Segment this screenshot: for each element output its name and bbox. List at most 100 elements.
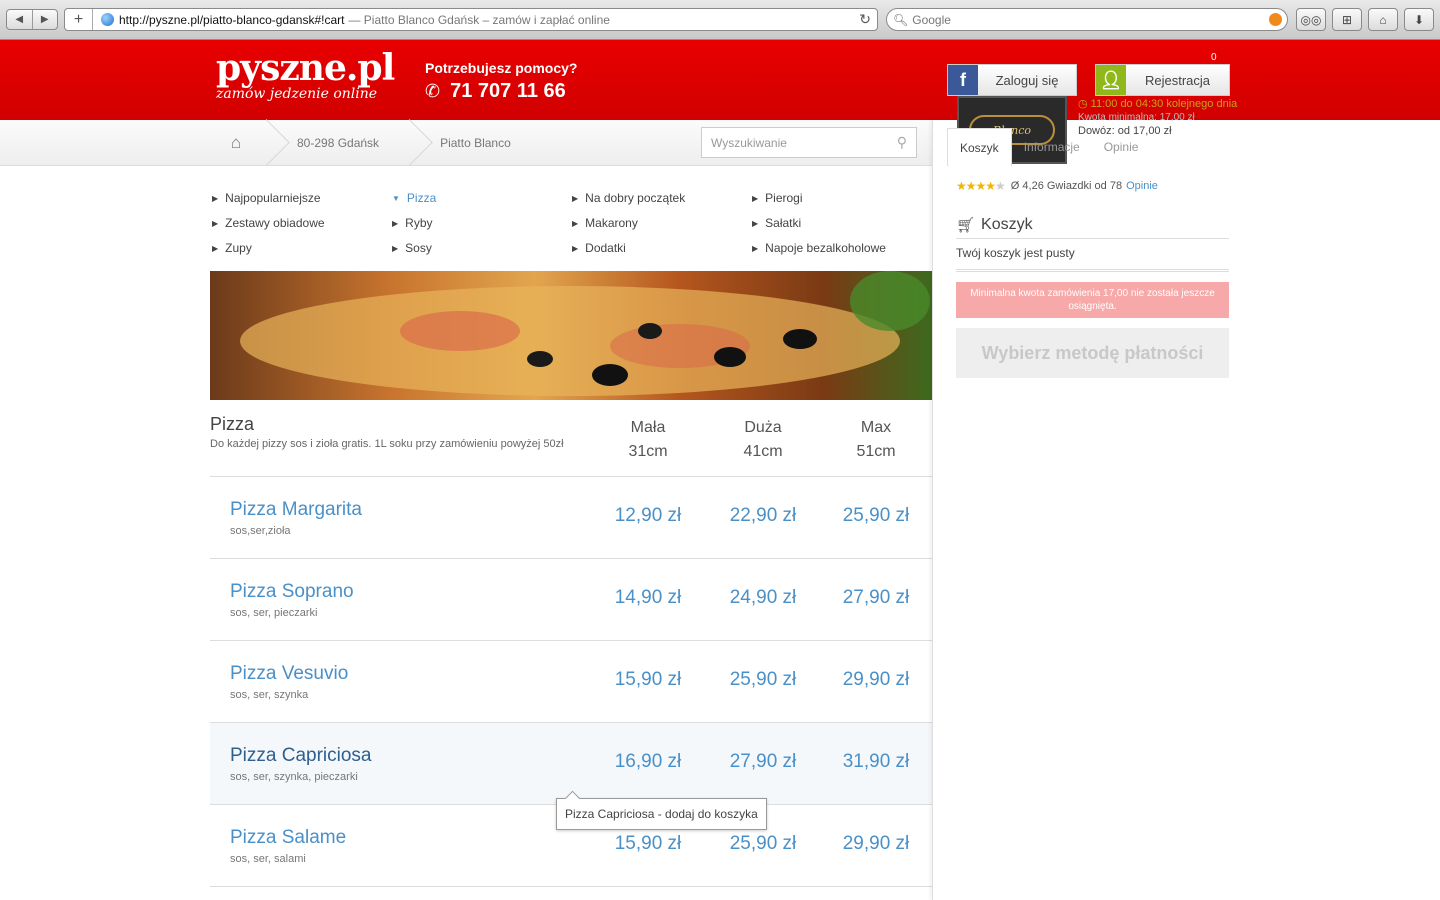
search-icon[interactable]: ⚲	[897, 134, 907, 151]
price-max[interactable]: 25,90 zł	[826, 505, 926, 527]
menu-item-name[interactable]: Pizza Vesuvio	[230, 663, 348, 685]
category-na-dobry-poczatek[interactable]: ▶ Na dobry początek	[572, 191, 685, 205]
price-small[interactable]: 15,90 zł	[598, 833, 698, 855]
category-pizza[interactable]: ▼ Pizza	[392, 191, 436, 205]
forward-icon[interactable]: ▶	[31, 10, 58, 29]
category-label: Dodatki	[585, 241, 626, 255]
tab-informacje[interactable]: Informacje	[1012, 128, 1092, 166]
category-label: Makarony	[585, 216, 638, 230]
login-button[interactable]: f Zaloguj się	[947, 64, 1077, 96]
opening-hours: ◷ 11:00 do 04:30 kolejnego dnia	[1078, 97, 1237, 110]
reading-list-icon[interactable]: ◎◎	[1296, 8, 1326, 31]
category-label: Pizza	[406, 191, 437, 205]
category-dodatki[interactable]: ▶ Dodatki	[572, 241, 626, 255]
price-large[interactable]: 22,90 zł	[713, 505, 813, 527]
page-title: — Piatto Blanco Gdańsk – zamów i zapłać …	[348, 12, 610, 27]
address-bar[interactable]: + http://pyszne.pl/piatto-blanco-gdansk#…	[64, 8, 878, 31]
column-size: 51cm	[856, 443, 896, 460]
add-to-cart-tooltip: Pizza Capriciosa - dodaj do koszyka	[556, 798, 767, 830]
category-ryby[interactable]: ▶ Ryby	[392, 216, 433, 230]
address-url[interactable]: http://pyszne.pl/piatto-blanco-gdansk#!c…	[119, 13, 344, 27]
phone-icon: ✆	[425, 81, 441, 101]
column-name: Duża	[744, 419, 782, 436]
price-large[interactable]: 25,90 zł	[713, 833, 813, 855]
menu-item-description: sos, ser, szynka, pieczarki	[230, 771, 358, 783]
snapback-icon[interactable]	[1269, 13, 1282, 26]
column-header-max: Max 51cm	[831, 416, 921, 464]
top-sites-icon[interactable]: ⊞	[1332, 8, 1362, 31]
menu-item-description: sos, ser, szynka	[230, 689, 309, 701]
price-max[interactable]: 31,90 zł	[826, 751, 926, 773]
category-sosy[interactable]: ▶ Sosy	[392, 241, 432, 255]
menu-item-name[interactable]: Pizza Salame	[230, 827, 346, 849]
category-zupy[interactable]: ▶ Zupy	[212, 241, 252, 255]
downloads-icon[interactable]: ⬇	[1404, 8, 1434, 31]
reviews-link[interactable]: Opinie	[1126, 180, 1158, 192]
help-phone: ✆ 71 707 11 66	[425, 80, 577, 103]
price-large[interactable]: 25,90 zł	[713, 669, 813, 691]
menu-item-row[interactable]: Pizza Margarita sos,ser,zioła 12,90 zł 2…	[210, 476, 932, 558]
price-large[interactable]: 27,90 zł	[713, 751, 813, 773]
chevron-right-icon: ▶	[212, 193, 219, 203]
price-large[interactable]: 24,90 zł	[713, 587, 813, 609]
menu-item-name[interactable]: Pizza Capriciosa	[230, 745, 372, 767]
home-icon[interactable]: ⌂	[1368, 8, 1398, 31]
back-icon[interactable]: ◀	[7, 10, 32, 29]
cart-empty-message: Twój koszyk jest pusty	[956, 246, 1229, 272]
category-zestawy-obiadowe[interactable]: ▶ Zestawy obiadowe	[212, 216, 325, 230]
column-name: Max	[860, 419, 892, 436]
chevron-right-icon: ▶	[752, 193, 759, 203]
chevron-right-icon: ▶	[752, 243, 759, 253]
column-header-large: Duża 41cm	[718, 416, 808, 464]
rating: ★★★★★ Ø 4,26 Gwiazdki od 78 Opinie	[956, 179, 1158, 193]
minimum-order: Kwota minimalna: 17,00 zł	[1078, 112, 1195, 123]
menu-item-description: sos,ser,zioła	[230, 525, 291, 537]
register-button[interactable]: 👤︎ Rejestracja	[1095, 64, 1230, 96]
tab-opinie[interactable]: Opinie	[1092, 128, 1151, 166]
price-max[interactable]: 27,90 zł	[826, 587, 926, 609]
login-label: Zaloguj się	[995, 72, 1059, 88]
column-header-small: Mała 31cm	[603, 416, 693, 464]
help-question: Potrzebujesz pomocy?	[425, 60, 578, 76]
category-pierogi[interactable]: ▶ Pierogi	[752, 191, 803, 205]
category-label: Sałatki	[765, 216, 802, 230]
pizza-banner-art	[240, 271, 930, 396]
column-size: 41cm	[743, 443, 783, 460]
menu-item-name[interactable]: Pizza Soprano	[230, 581, 354, 603]
back-forward-buttons[interactable]: ◀ ▶	[6, 9, 58, 30]
chevron-right-icon: ▶	[572, 243, 579, 253]
breadcrumb-separator	[405, 120, 406, 166]
menu-item-row[interactable]: Pizza Soprano sos, ser, pieczarki 14,90 …	[210, 558, 932, 640]
chevron-down-icon: ▼	[392, 193, 400, 203]
price-max[interactable]: 29,90 zł	[826, 833, 926, 855]
section-description: Do każdej pizzy sos i zioła gratis. 1L s…	[210, 438, 564, 450]
category-makarony[interactable]: ▶ Makarony	[572, 216, 638, 230]
price-small[interactable]: 16,90 zł	[598, 751, 698, 773]
category-najpopularniejsze[interactable]: ▶ Najpopularniejsze	[212, 191, 321, 205]
menu-item-name[interactable]: Pizza Margarita	[230, 499, 362, 521]
category-salatki[interactable]: ▶ Sałatki	[752, 216, 801, 230]
sidebar-tabs: Koszyk Informacje Opinie	[947, 128, 1150, 166]
choose-payment-button[interactable]: Wybierz metodę płatności	[956, 328, 1229, 378]
price-max[interactable]: 29,90 zł	[826, 669, 926, 691]
reload-icon[interactable]: ↻	[859, 11, 871, 28]
price-small[interactable]: 12,90 zł	[598, 505, 698, 527]
add-bookmark-icon[interactable]: +	[65, 9, 93, 30]
tab-koszyk[interactable]: Koszyk	[947, 128, 1012, 166]
star-rating-icon: ★★★★★	[956, 179, 1006, 193]
browser-search-input[interactable]: 🔍︎ Google	[886, 8, 1288, 31]
menu-item-row[interactable]: Pizza Vesuvio sos, ser, szynka 15,90 zł …	[210, 640, 932, 722]
category-label: Najpopularniejsze	[225, 191, 321, 205]
price-small[interactable]: 14,90 zł	[598, 587, 698, 609]
column-size: 31cm	[628, 443, 668, 460]
chevron-right-icon: ▶	[752, 218, 759, 228]
price-small[interactable]: 15,90 zł	[598, 669, 698, 691]
menu-search-input[interactable]: Wyszukiwanie ⚲	[701, 127, 917, 158]
site-logo[interactable]: pyszne.pl zamów jedzenie online	[216, 50, 395, 102]
chevron-right-icon: ▶	[572, 193, 579, 203]
category-napoje-bezalkoholowe[interactable]: ▶ Napoje bezalkoholowe	[752, 241, 886, 255]
category-label: Sosy	[405, 241, 432, 255]
logo-tagline: zamów jedzenie online	[216, 86, 378, 102]
browser-search-placeholder: Google	[912, 12, 951, 27]
clock-icon: ◷	[1078, 98, 1088, 110]
